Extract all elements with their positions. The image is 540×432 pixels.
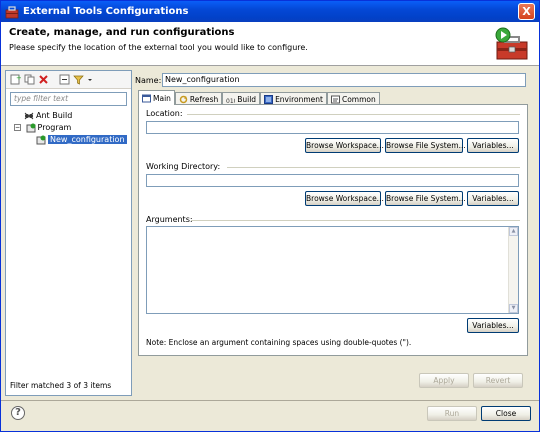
main-icon bbox=[142, 94, 151, 103]
configuration-list-pane: + type filter text Ant Build − Program N… bbox=[5, 70, 132, 396]
tree-item-label-selected: New_configuration bbox=[48, 135, 127, 144]
close-button[interactable]: Close bbox=[481, 406, 531, 421]
group-divider bbox=[191, 220, 520, 221]
location-browse-file-system-button[interactable]: Browse File System... bbox=[385, 138, 466, 153]
config-tabs: Main Refresh 010 Build Environment Commo… bbox=[138, 90, 380, 105]
name-field[interactable]: New_configuration bbox=[162, 73, 526, 87]
filter-input[interactable]: type filter text bbox=[10, 92, 127, 106]
tab-label: Common bbox=[341, 94, 376, 104]
common-icon bbox=[330, 95, 340, 104]
location-field[interactable] bbox=[146, 121, 519, 134]
revert-button[interactable]: Revert bbox=[473, 373, 523, 388]
dialog-banner: Create, manage, and run configurations P… bbox=[1, 22, 539, 66]
duplicate-icon[interactable] bbox=[24, 74, 35, 85]
svg-text:+: + bbox=[16, 74, 21, 82]
tree-item-program[interactable]: − Program bbox=[6, 122, 131, 134]
title-bar[interactable]: External Tools Configurations X bbox=[1, 1, 539, 22]
close-window-button[interactable]: X bbox=[518, 3, 535, 20]
workdir-browse-workspace-button[interactable]: Browse Workspace... bbox=[305, 191, 384, 206]
filter-icon[interactable] bbox=[73, 74, 84, 85]
location-browse-workspace-button[interactable]: Browse Workspace... bbox=[305, 138, 384, 153]
arguments-note: Note: Enclose an argument containing spa… bbox=[146, 338, 412, 347]
svg-text:010: 010 bbox=[226, 98, 235, 104]
location-label: Location: bbox=[146, 109, 183, 118]
delete-icon[interactable] bbox=[38, 74, 49, 85]
workdir-variables-button[interactable]: Variables... bbox=[467, 191, 519, 206]
tab-main[interactable]: Main bbox=[138, 90, 175, 105]
tree-item-ant-build[interactable]: Ant Build bbox=[6, 110, 131, 122]
window-title: External Tools Configurations bbox=[23, 6, 189, 17]
footer-divider bbox=[1, 400, 539, 401]
run-button[interactable]: Run bbox=[427, 406, 477, 421]
new-configuration-icon[interactable]: + bbox=[10, 74, 22, 85]
tab-label: Main bbox=[153, 93, 171, 103]
ant-icon bbox=[24, 111, 34, 121]
config-icon bbox=[36, 135, 46, 145]
arguments-label: Arguments: bbox=[146, 215, 193, 224]
refresh-icon bbox=[179, 95, 188, 104]
program-icon bbox=[26, 123, 36, 133]
environment-icon bbox=[264, 94, 274, 104]
working-directory-label: Working Directory: bbox=[146, 162, 221, 171]
main-tab-panel: Location: Browse Workspace... Browse Fil… bbox=[138, 104, 528, 356]
build-icon: 010 bbox=[226, 95, 238, 105]
toolbar-divider bbox=[52, 74, 56, 85]
group-divider bbox=[227, 167, 520, 168]
filter-status: Filter matched 3 of 3 items bbox=[10, 381, 112, 390]
name-row: Name: bbox=[135, 73, 161, 87]
scroll-up-icon[interactable]: ▲ bbox=[509, 227, 518, 236]
configuration-tree: Ant Build − Program New_configuration bbox=[6, 110, 131, 146]
dialog-window: External Tools Configurations X Create, … bbox=[0, 0, 540, 432]
help-icon[interactable]: ? bbox=[11, 406, 25, 420]
location-variables-button[interactable]: Variables... bbox=[467, 138, 519, 153]
name-label: Name: bbox=[135, 75, 162, 85]
banner-title: Create, manage, and run configurations bbox=[9, 27, 235, 38]
tree-item-label: Ant Build bbox=[36, 111, 73, 120]
tab-label: Environment bbox=[275, 94, 323, 104]
toolbox-icon bbox=[5, 5, 19, 19]
dropdown-chevron-icon[interactable] bbox=[87, 74, 93, 85]
arguments-scrollbar[interactable]: ▲ ▼ bbox=[508, 227, 518, 313]
scroll-down-icon[interactable]: ▼ bbox=[509, 304, 518, 313]
list-toolbar: + bbox=[6, 71, 131, 89]
arguments-variables-button[interactable]: Variables... bbox=[467, 318, 519, 333]
apply-button[interactable]: Apply bbox=[419, 373, 469, 388]
tree-item-label: Program bbox=[37, 123, 72, 132]
arguments-textarea[interactable]: ▲ ▼ bbox=[146, 226, 519, 314]
workdir-browse-file-system-button[interactable]: Browse File System... bbox=[385, 191, 466, 206]
collapse-all-icon[interactable] bbox=[59, 74, 70, 85]
collapse-toggle-icon[interactable]: − bbox=[14, 124, 21, 131]
banner-message: Please specify the location of the exter… bbox=[9, 43, 308, 52]
toolbox-run-icon bbox=[495, 27, 528, 60]
tab-label: Refresh bbox=[189, 94, 219, 104]
group-divider bbox=[187, 114, 520, 115]
tree-item-new-configuration[interactable]: New_configuration bbox=[6, 134, 131, 146]
tab-label: Build bbox=[237, 94, 257, 104]
working-directory-field[interactable] bbox=[146, 174, 519, 187]
